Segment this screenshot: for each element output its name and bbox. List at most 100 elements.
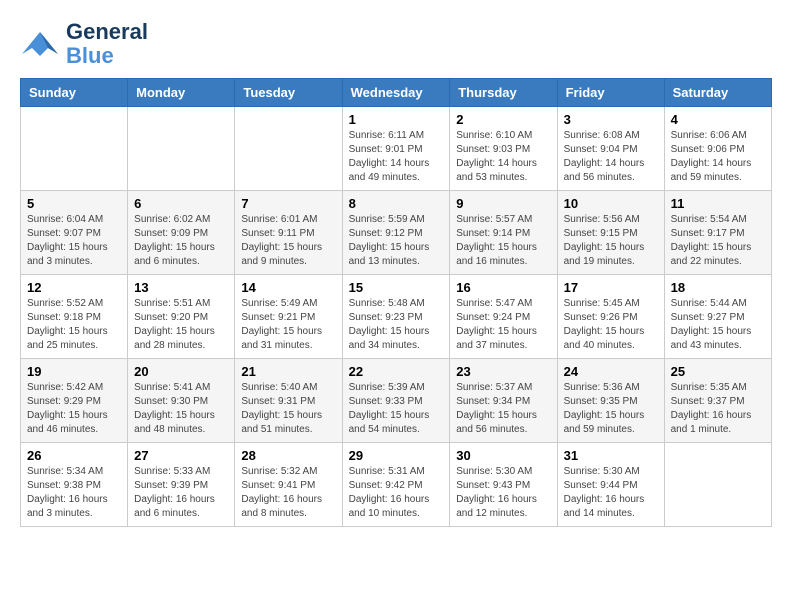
day-number: 21 (241, 364, 335, 379)
calendar-cell: 28 Sunrise: 5:32 AM Sunset: 9:41 PM Dayli… (235, 443, 342, 527)
day-number: 1 (349, 112, 444, 127)
weekday-header-sunday: Sunday (21, 79, 128, 107)
day-info: Sunrise: 5:40 AM Sunset: 9:31 PM Dayligh… (241, 381, 335, 437)
day-info: Sunrise: 5:42 AM Sunset: 9:29 PM Dayligh… (27, 381, 121, 437)
page-header: General Blue (20, 20, 772, 68)
calendar-cell: 13 Sunrise: 5:51 AM Sunset: 9:20 PM Dayli… (128, 275, 235, 359)
day-number: 2 (456, 112, 550, 127)
day-info: Sunrise: 5:59 AM Sunset: 9:12 PM Dayligh… (349, 213, 444, 269)
day-number: 14 (241, 280, 335, 295)
day-info: Sunrise: 5:39 AM Sunset: 9:33 PM Dayligh… (349, 381, 444, 437)
calendar-cell: 8Sunrise: 5:59 AM Sunset: 9:12 PM Daylig… (342, 191, 450, 275)
calendar-cell: 18 Sunrise: 5:44 AM Sunset: 9:27 PM Dayli… (664, 275, 771, 359)
day-number: 11 (671, 196, 765, 211)
day-info: Sunrise: 6:04 AM Sunset: 9:07 PM Dayligh… (27, 213, 121, 269)
day-number: 30 (456, 448, 550, 463)
day-info: Sunrise: 5:49 AM Sunset: 9:21 PM Dayligh… (241, 297, 335, 353)
calendar-cell: 30Sunrise: 5:30 AM Sunset: 9:43 PM Dayli… (450, 443, 557, 527)
day-info: Sunrise: 5:51 AM Sunset: 9:20 PM Dayligh… (134, 297, 228, 353)
calendar-cell: 24 Sunrise: 5:36 AM Sunset: 9:35 PM Dayli… (557, 359, 664, 443)
day-info: Sunrise: 5:54 AM Sunset: 9:17 PM Dayligh… (671, 213, 765, 269)
day-number: 4 (671, 112, 765, 127)
calendar-cell: 16 Sunrise: 5:47 AM Sunset: 9:24 PM Dayli… (450, 275, 557, 359)
calendar-cell: 25 Sunrise: 5:35 AM Sunset: 9:37 PM Dayli… (664, 359, 771, 443)
weekday-header-saturday: Saturday (664, 79, 771, 107)
calendar-cell (21, 107, 128, 191)
day-info: Sunrise: 6:06 AM Sunset: 9:06 PM Dayligh… (671, 129, 765, 185)
calendar-cell: 3Sunrise: 6:08 AM Sunset: 9:04 PM Daylig… (557, 107, 664, 191)
calendar-cell: 11 Sunrise: 5:54 AM Sunset: 9:17 PM Dayli… (664, 191, 771, 275)
calendar-cell (664, 443, 771, 527)
day-info: Sunrise: 5:47 AM Sunset: 9:24 PM Dayligh… (456, 297, 550, 353)
calendar-cell: 21 Sunrise: 5:40 AM Sunset: 9:31 PM Dayli… (235, 359, 342, 443)
day-info: Sunrise: 5:32 AM Sunset: 9:41 PM Dayligh… (241, 465, 335, 521)
calendar-cell: 14 Sunrise: 5:49 AM Sunset: 9:21 PM Dayli… (235, 275, 342, 359)
day-number: 5 (27, 196, 121, 211)
weekday-header-wednesday: Wednesday (342, 79, 450, 107)
calendar-cell: 29Sunrise: 5:31 AM Sunset: 9:42 PM Dayli… (342, 443, 450, 527)
calendar-cell (235, 107, 342, 191)
day-number: 16 (456, 280, 550, 295)
day-number: 28 (241, 448, 335, 463)
calendar-cell: 5 Sunrise: 6:04 AM Sunset: 9:07 PM Daylig… (21, 191, 128, 275)
weekday-header-tuesday: Tuesday (235, 79, 342, 107)
day-info: Sunrise: 5:34 AM Sunset: 9:38 PM Dayligh… (27, 465, 121, 521)
calendar-cell: 7 Sunrise: 6:01 AM Sunset: 9:11 PM Daylig… (235, 191, 342, 275)
day-info: Sunrise: 5:35 AM Sunset: 9:37 PM Dayligh… (671, 381, 765, 437)
day-info: Sunrise: 5:52 AM Sunset: 9:18 PM Dayligh… (27, 297, 121, 353)
calendar-cell: 26 Sunrise: 5:34 AM Sunset: 9:38 PM Dayli… (21, 443, 128, 527)
calendar-cell: 22 Sunrise: 5:39 AM Sunset: 9:33 PM Dayli… (342, 359, 450, 443)
day-number: 15 (349, 280, 444, 295)
logo-text: General Blue (66, 20, 148, 68)
day-info: Sunrise: 6:08 AM Sunset: 9:04 PM Dayligh… (564, 129, 658, 185)
day-info: Sunrise: 6:01 AM Sunset: 9:11 PM Dayligh… (241, 213, 335, 269)
weekday-header-thursday: Thursday (450, 79, 557, 107)
day-number: 18 (671, 280, 765, 295)
calendar-cell: 12 Sunrise: 5:52 AM Sunset: 9:18 PM Dayli… (21, 275, 128, 359)
day-info: Sunrise: 6:10 AM Sunset: 9:03 PM Dayligh… (456, 129, 550, 185)
calendar-cell: 1 Sunrise: 6:11 AM Sunset: 9:01 PM Daylig… (342, 107, 450, 191)
calendar-cell: 15 Sunrise: 5:48 AM Sunset: 9:23 PM Dayli… (342, 275, 450, 359)
calendar-cell: 6Sunrise: 6:02 AM Sunset: 9:09 PM Daylig… (128, 191, 235, 275)
calendar-cell: 2 Sunrise: 6:10 AM Sunset: 9:03 PM Daylig… (450, 107, 557, 191)
calendar-week-4: 19 Sunrise: 5:42 AM Sunset: 9:29 PM Dayli… (21, 359, 772, 443)
day-number: 27 (134, 448, 228, 463)
day-info: Sunrise: 6:11 AM Sunset: 9:01 PM Dayligh… (349, 129, 444, 185)
day-info: Sunrise: 5:48 AM Sunset: 9:23 PM Dayligh… (349, 297, 444, 353)
weekday-header-friday: Friday (557, 79, 664, 107)
calendar-week-3: 12 Sunrise: 5:52 AM Sunset: 9:18 PM Dayli… (21, 275, 772, 359)
day-number: 26 (27, 448, 121, 463)
day-number: 13 (134, 280, 228, 295)
logo: General Blue (20, 20, 148, 68)
day-info: Sunrise: 5:44 AM Sunset: 9:27 PM Dayligh… (671, 297, 765, 353)
day-info: Sunrise: 5:31 AM Sunset: 9:42 PM Dayligh… (349, 465, 444, 521)
day-info: Sunrise: 5:36 AM Sunset: 9:35 PM Dayligh… (564, 381, 658, 437)
day-number: 24 (564, 364, 658, 379)
day-number: 19 (27, 364, 121, 379)
calendar-cell: 27 Sunrise: 5:33 AM Sunset: 9:39 PM Dayli… (128, 443, 235, 527)
day-info: Sunrise: 5:57 AM Sunset: 9:14 PM Dayligh… (456, 213, 550, 269)
day-number: 12 (27, 280, 121, 295)
calendar-cell: 20 Sunrise: 5:41 AM Sunset: 9:30 PM Dayli… (128, 359, 235, 443)
day-number: 20 (134, 364, 228, 379)
day-info: Sunrise: 5:41 AM Sunset: 9:30 PM Dayligh… (134, 381, 228, 437)
day-number: 22 (349, 364, 444, 379)
calendar-cell (128, 107, 235, 191)
calendar-week-2: 5 Sunrise: 6:04 AM Sunset: 9:07 PM Daylig… (21, 191, 772, 275)
calendar-cell: 23Sunrise: 5:37 AM Sunset: 9:34 PM Dayli… (450, 359, 557, 443)
day-info: Sunrise: 5:56 AM Sunset: 9:15 PM Dayligh… (564, 213, 658, 269)
day-number: 7 (241, 196, 335, 211)
day-number: 6 (134, 196, 228, 211)
day-info: Sunrise: 5:30 AM Sunset: 9:44 PM Dayligh… (564, 465, 658, 521)
calendar-cell: 9 Sunrise: 5:57 AM Sunset: 9:14 PM Daylig… (450, 191, 557, 275)
calendar-cell: 31 Sunrise: 5:30 AM Sunset: 9:44 PM Dayli… (557, 443, 664, 527)
day-info: Sunrise: 5:37 AM Sunset: 9:34 PM Dayligh… (456, 381, 550, 437)
day-number: 9 (456, 196, 550, 211)
calendar-week-5: 26 Sunrise: 5:34 AM Sunset: 9:38 PM Dayli… (21, 443, 772, 527)
weekday-header-monday: Monday (128, 79, 235, 107)
day-number: 25 (671, 364, 765, 379)
weekday-header-row: SundayMondayTuesdayWednesdayThursdayFrid… (21, 79, 772, 107)
day-number: 31 (564, 448, 658, 463)
calendar-cell: 4 Sunrise: 6:06 AM Sunset: 9:06 PM Daylig… (664, 107, 771, 191)
day-info: Sunrise: 5:33 AM Sunset: 9:39 PM Dayligh… (134, 465, 228, 521)
